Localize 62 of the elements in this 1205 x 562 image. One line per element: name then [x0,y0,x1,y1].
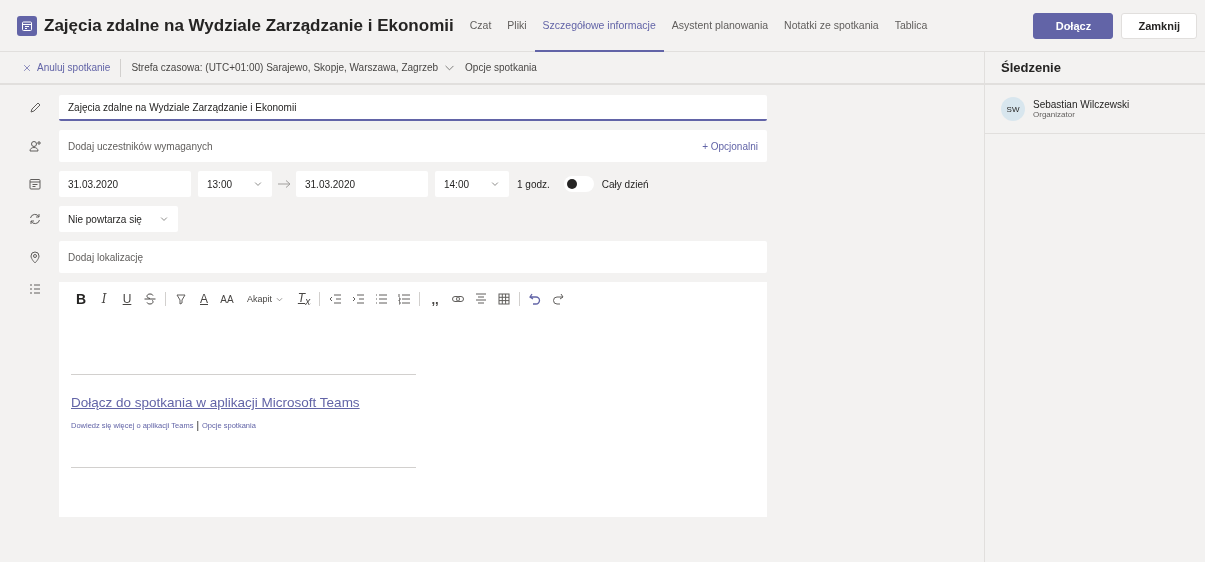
location-placeholder: Dodaj lokalizację [68,251,144,263]
quote-button[interactable]: ,, [425,289,445,309]
tab[interactable]: Szczegółowe informacje [534,0,664,52]
person-role: Organizator [1033,110,1076,119]
text-list-icon [28,282,42,296]
end-date-input[interactable]: 31.03.2020 [296,171,428,197]
indent-icon [351,292,365,306]
all-day-toggle[interactable] [563,176,594,192]
start-time-dropdown[interactable]: 13:00 [198,171,272,197]
tab[interactable]: Pliki [499,0,535,52]
paragraph-dropdown[interactable]: Akapit [244,289,287,309]
timezone-dropdown[interactable]: Strefa czasowa: (UTC+01:00) Sarajewo, Skopje, Warszawa, Zagrzeb [131,62,456,73]
tab[interactable]: Asystent planowania [663,0,777,52]
italic-button[interactable]: I [94,289,114,309]
person-name: Sebastian Wilczewski [1033,99,1130,110]
chevron-down-icon [253,179,263,189]
font-color-button[interactable]: A [194,289,214,309]
join-meeting-link[interactable]: Dołącz do spotkania w aplikacji Microsoft Teams [71,395,360,410]
undo-icon [528,292,542,306]
location-pin-icon [28,250,42,264]
align-center-icon [474,292,488,306]
attendees-input[interactable]: Dodaj uczestników wymaganych + Opcjonalni [59,130,767,162]
tab[interactable]: Tablica [886,0,936,52]
repeat-icon [28,212,42,226]
add-person-icon [28,139,42,153]
calendar-icon [28,177,42,191]
bulleted-list-icon [374,292,388,306]
start-date-input[interactable]: 31.03.2020 [59,171,191,197]
duration-label: 1 godz. [517,178,550,190]
chevron-down-icon [490,179,500,189]
meeting-title: Zajęcia zdalne na Wydziale Zarządzanie i Ekonomii [44,15,454,36]
strikethrough-icon [143,292,157,306]
pencil-icon [28,101,42,115]
tab[interactable]: Notatki ze spotkania [776,0,887,52]
location-input[interactable]: Dodaj lokalizację [59,241,767,273]
repeat-dropdown[interactable]: Nie powtarza się [59,206,178,232]
bold-button[interactable]: B [71,289,91,309]
close-button[interactable]: Zamknij [1121,12,1197,39]
meeting-options-link[interactable]: Opcje spotkania [465,62,537,73]
avatar: SW [1001,97,1025,121]
tab[interactable]: Czat [461,0,500,52]
font-size-button[interactable]: AA [217,289,237,309]
all-day-label: Cały dzień [601,178,649,190]
join-button[interactable]: Dołącz [1033,12,1114,39]
highlighter-icon [174,292,188,306]
chevron-down-icon [159,214,169,224]
end-time-dropdown[interactable]: 14:00 [435,171,509,197]
calendar-icon [17,15,37,36]
table-icon [497,292,511,306]
outdent-icon [328,292,342,306]
optional-attendees-link[interactable]: + Opcjonalni [702,140,758,152]
tracking-heading: Śledzenie [985,52,1205,85]
redo-icon [551,292,565,306]
underline-button[interactable]: U [117,289,137,309]
arrow-right-icon [277,177,291,191]
title-input[interactable]: Zajęcia zdalne na Wydziale Zarządzanie i Ekonomii [59,95,767,121]
clear-formatting-button[interactable]: T$_{x}$ [294,289,314,309]
link-separator: | [196,420,200,431]
numbered-list-icon [397,292,411,306]
attendees-placeholder: Dodaj uczestników wymaganych [68,140,213,152]
close-icon [22,62,32,73]
cancel-meeting-button[interactable]: Anuluj spotkanie [22,62,111,73]
